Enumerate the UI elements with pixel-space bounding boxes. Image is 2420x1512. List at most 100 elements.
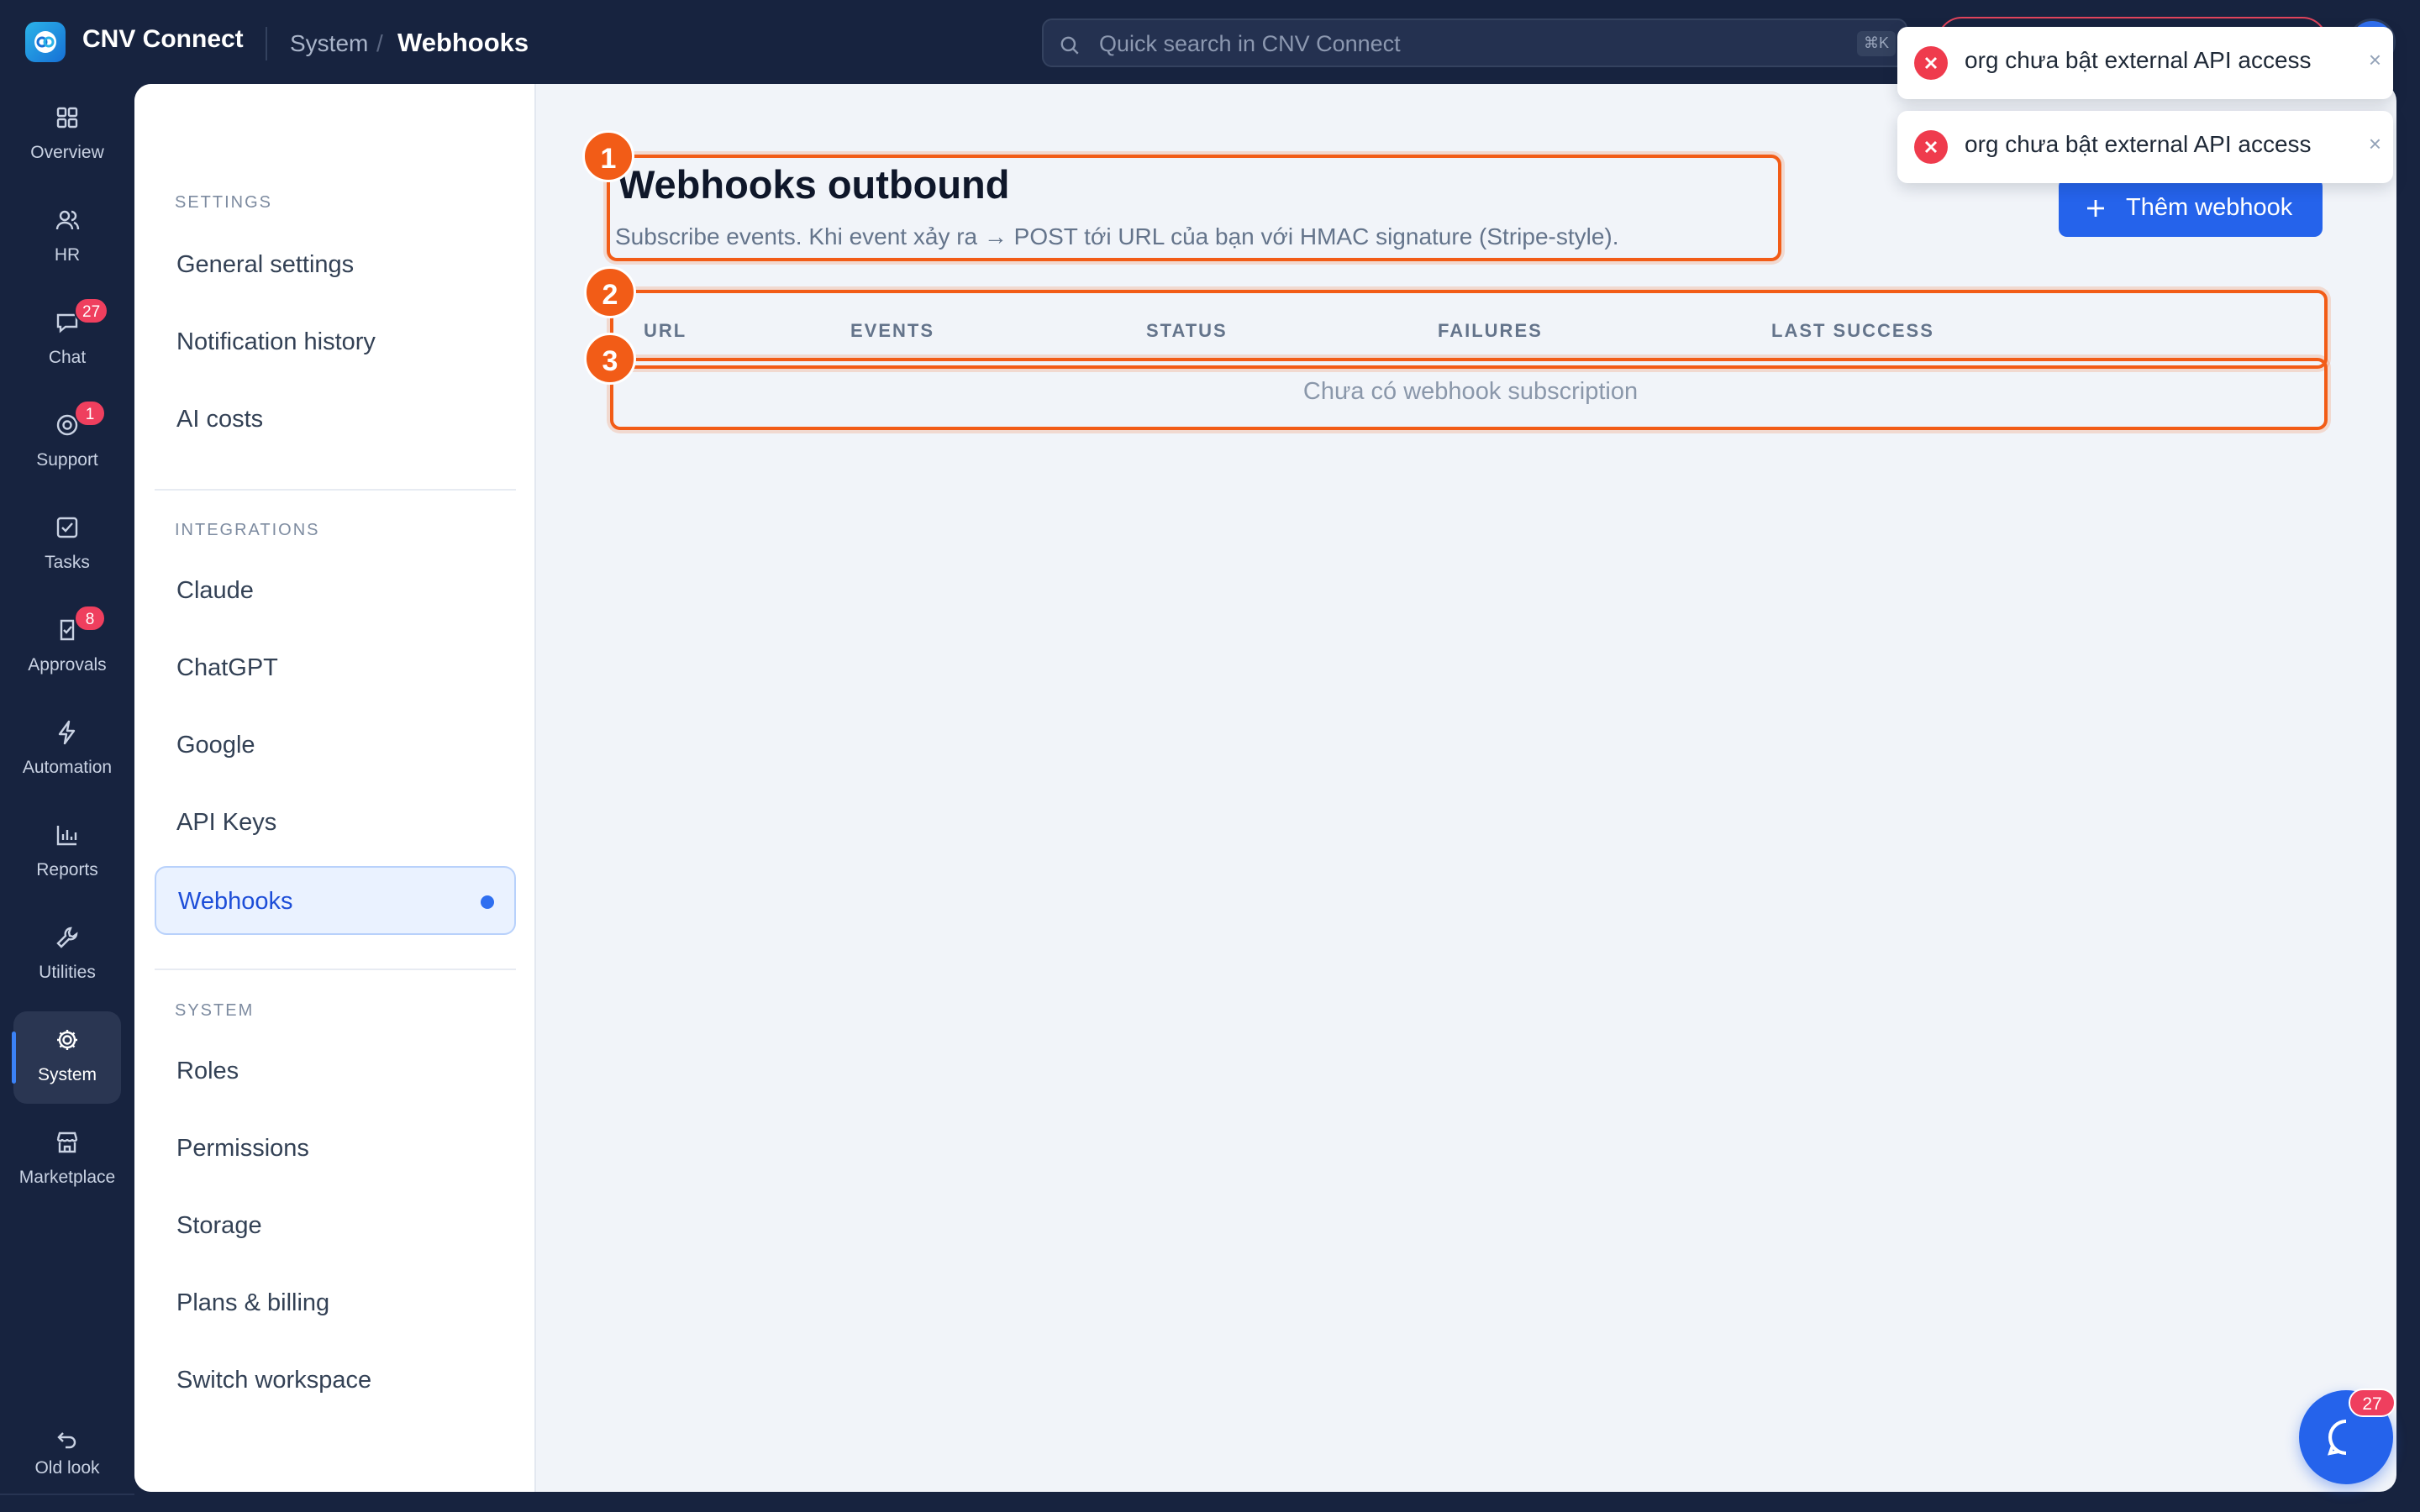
subnav-label: Switch workspace — [176, 1367, 372, 1394]
subnav-item-switch-workspace[interactable]: Switch workspace — [155, 1347, 516, 1415]
app-logo-icon[interactable] — [25, 22, 66, 62]
close-icon[interactable]: × — [2369, 131, 2381, 157]
rail-badge: 8 — [74, 605, 106, 632]
active-indicator-dot — [481, 895, 494, 909]
toast-message: org chưa bật external API access — [1965, 131, 2312, 157]
subnav-label: Storage — [176, 1212, 262, 1239]
left-rail: Overview HR 27 Chat 1 Support Tasks 8 Ap… — [0, 84, 134, 1512]
subnav-item-general-settings[interactable]: General settings — [155, 231, 516, 300]
annotation-marker-3: 3 — [584, 333, 636, 385]
subnav-item-google[interactable]: Google — [155, 711, 516, 780]
rail-item-hr[interactable]: HR — [13, 192, 121, 284]
undo-icon — [57, 1432, 76, 1449]
close-icon[interactable]: × — [2369, 47, 2381, 73]
rail-item-marketplace[interactable]: Marketplace — [13, 1114, 121, 1206]
subnav-label: Plans & billing — [176, 1289, 330, 1316]
annotation-box-2 — [610, 290, 2328, 369]
add-webhook-button[interactable]: Thêm webhook — [2059, 178, 2323, 237]
breadcrumb-separator: / — [376, 30, 383, 56]
subnav-label: Claude — [176, 577, 254, 604]
rail-badge: 27 — [74, 297, 109, 324]
subnav-label: Google — [176, 732, 255, 759]
rail-item-automation[interactable]: Automation — [13, 704, 121, 796]
rail-item-reports[interactable]: Reports — [13, 806, 121, 899]
rail-badge: 1 — [74, 400, 106, 427]
store-icon — [56, 1131, 78, 1153]
divider — [266, 27, 267, 60]
subnav-item-storage[interactable]: Storage — [155, 1192, 516, 1261]
content-panel: SETTINGS General settings Notification h… — [134, 84, 2396, 1492]
chat-fab-badge: 27 — [2349, 1389, 2396, 1417]
rail-label: System — [37, 1065, 97, 1084]
section-heading-integrations: INTEGRATIONS — [175, 521, 320, 539]
breadcrumb-section[interactable]: System — [290, 30, 368, 57]
subnav-label: Webhooks — [178, 888, 293, 915]
subnav-label: AI costs — [176, 406, 264, 433]
subnav-label: API Keys — [176, 809, 277, 836]
grid-icon — [56, 107, 78, 129]
divider — [0, 1494, 134, 1495]
divider — [155, 489, 516, 491]
checkbox-icon — [56, 517, 78, 538]
rail-item-system[interactable]: System — [12, 1011, 121, 1104]
rail-item-chat[interactable]: 27 Chat — [13, 294, 121, 386]
rail-label: Automation — [22, 758, 113, 777]
annotation-box-3 — [610, 358, 2328, 430]
section-heading-settings: SETTINGS — [175, 193, 273, 212]
gear-icon — [57, 1030, 77, 1050]
users-icon — [55, 210, 80, 230]
rail-label: HR — [54, 245, 81, 265]
rail-item-support[interactable]: 1 Support — [13, 396, 121, 489]
annotation-marker-2: 2 — [584, 266, 636, 318]
rail-label: Utilities — [39, 963, 96, 982]
error-icon — [1914, 130, 1948, 164]
rail-item-approvals[interactable]: 8 Approvals — [13, 601, 121, 694]
annotation-marker-1: 1 — [582, 130, 634, 182]
old-look-label: Old look — [34, 1458, 100, 1478]
search-icon — [1060, 36, 1079, 55]
subnav-item-roles[interactable]: Roles — [155, 1037, 516, 1106]
app-name: CNV Connect — [82, 25, 244, 53]
subnav-item-chatgpt[interactable]: ChatGPT — [155, 634, 516, 703]
error-toast: org chưa bật external API access × — [1897, 111, 2393, 183]
rail-label: Approvals — [28, 655, 107, 675]
annotation-box-1 — [607, 155, 1781, 261]
add-webhook-label: Thêm webhook — [2126, 194, 2293, 221]
rail-label: Overview — [30, 143, 104, 162]
subnav-item-claude[interactable]: Claude — [155, 557, 516, 626]
subnav-label: General settings — [176, 251, 355, 278]
divider — [155, 969, 516, 970]
error-icon — [1914, 46, 1948, 80]
rail-item-utilities[interactable]: Utilities — [13, 909, 121, 1001]
rail-item-overview[interactable]: Overview — [13, 89, 121, 181]
plus-icon — [2087, 200, 2104, 217]
subnav-item-ai-costs[interactable]: AI costs — [155, 386, 516, 454]
subnav-item-notification-history[interactable]: Notification history — [155, 308, 516, 377]
subnav-item-api-keys[interactable]: API Keys — [155, 789, 516, 858]
rail-label: Marketplace — [18, 1168, 116, 1187]
section-heading-system: SYSTEM — [175, 1001, 255, 1020]
rail-label: Support — [36, 450, 98, 470]
search-input[interactable]: Quick search in CNV Connect ⌘K — [1042, 18, 1907, 67]
search-shortcut: ⌘K — [1856, 31, 1896, 56]
settings-subnav: SETTINGS General settings Notification h… — [134, 84, 536, 1492]
subnav-label: Roles — [176, 1058, 239, 1084]
subnav-label: Notification history — [176, 328, 376, 355]
subnav-label: ChatGPT — [176, 654, 278, 681]
error-toast: org chưa bật external API access × — [1897, 27, 2393, 99]
search-placeholder: Quick search in CNV Connect — [1099, 31, 1401, 56]
chat-bubble-icon — [2328, 1420, 2347, 1456]
rail-label: Reports — [36, 860, 98, 879]
lightning-icon — [58, 720, 76, 745]
subnav-item-permissions[interactable]: Permissions — [155, 1115, 516, 1184]
bar-chart-icon — [56, 826, 77, 846]
toast-message: org chưa bật external API access — [1965, 47, 2312, 73]
subnav-item-plans-billing[interactable]: Plans & billing — [155, 1269, 516, 1338]
subnav-label: Permissions — [176, 1135, 309, 1162]
rail-label: Chat — [48, 348, 87, 367]
wrench-icon — [56, 927, 78, 948]
breadcrumb-current: Webhooks — [397, 28, 529, 57]
subnav-item-webhooks[interactable]: Webhooks — [155, 866, 516, 935]
rail-item-tasks[interactable]: Tasks — [13, 499, 121, 591]
old-look-button[interactable]: Old look — [0, 1428, 134, 1478]
